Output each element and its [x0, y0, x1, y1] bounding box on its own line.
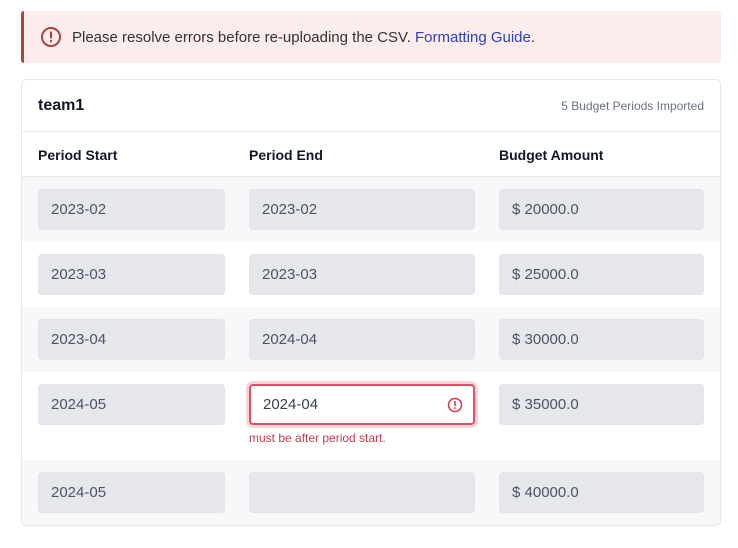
period-end-field-error[interactable]: 2024-04 [249, 384, 475, 425]
formatting-guide-link[interactable]: Formatting Guide [415, 29, 531, 46]
table-row: 2023-04 2024-04 $ 30000.0 [22, 307, 720, 372]
period-end-field[interactable]: 2023-03 [249, 254, 475, 295]
column-header-period-end: Period End [249, 147, 323, 163]
alert-message: Please resolve errors before re-uploadin… [72, 28, 411, 46]
budget-amount-field[interactable]: $ 25000.0 [499, 254, 704, 295]
error-alert: Please resolve errors before re-uploadin… [21, 11, 721, 63]
card-header: team1 5 Budget Periods Imported [22, 80, 720, 132]
period-end-field[interactable]: 2023-02 [249, 189, 475, 230]
period-start-field[interactable]: 2023-04 [38, 319, 225, 360]
period-end-error-message: must be after period start. [249, 431, 386, 445]
table-row: 2023-02 2023-02 $ 20000.0 [22, 177, 720, 242]
period-start-field[interactable]: 2023-03 [38, 254, 225, 295]
table-row: 2024-05 2024-04 must be after period sta… [22, 372, 720, 460]
period-start-field[interactable]: 2024-05 [38, 384, 225, 425]
period-start-field[interactable]: 2023-02 [38, 189, 225, 230]
exclamation-circle-icon [40, 26, 62, 48]
budget-amount-field[interactable]: $ 30000.0 [499, 319, 704, 360]
table-row: 2024-05 $ 40000.0 [22, 460, 720, 525]
budget-amount-field[interactable]: $ 35000.0 [499, 384, 704, 425]
team-title: team1 [38, 96, 85, 114]
import-count: 5 Budget Periods Imported [561, 98, 704, 113]
period-end-field[interactable] [249, 472, 475, 513]
period-end-value: 2024-04 [263, 396, 319, 413]
table-row: 2023-03 2023-03 $ 25000.0 [22, 242, 720, 307]
alert-suffix: . [530, 28, 536, 46]
period-start-field[interactable]: 2024-05 [38, 472, 225, 513]
column-header-period-start: Period Start [38, 147, 118, 163]
table-header: Period Start Period End Budget Amount [22, 132, 720, 177]
period-end-field[interactable]: 2024-04 [249, 319, 475, 360]
column-header-budget-amount: Budget Amount [499, 147, 604, 163]
budget-card: team1 5 Budget Periods Imported Period S… [21, 79, 721, 526]
error-circle-icon [447, 397, 463, 413]
budget-amount-field[interactable]: $ 40000.0 [499, 472, 704, 513]
budget-amount-field[interactable]: $ 20000.0 [499, 189, 704, 230]
